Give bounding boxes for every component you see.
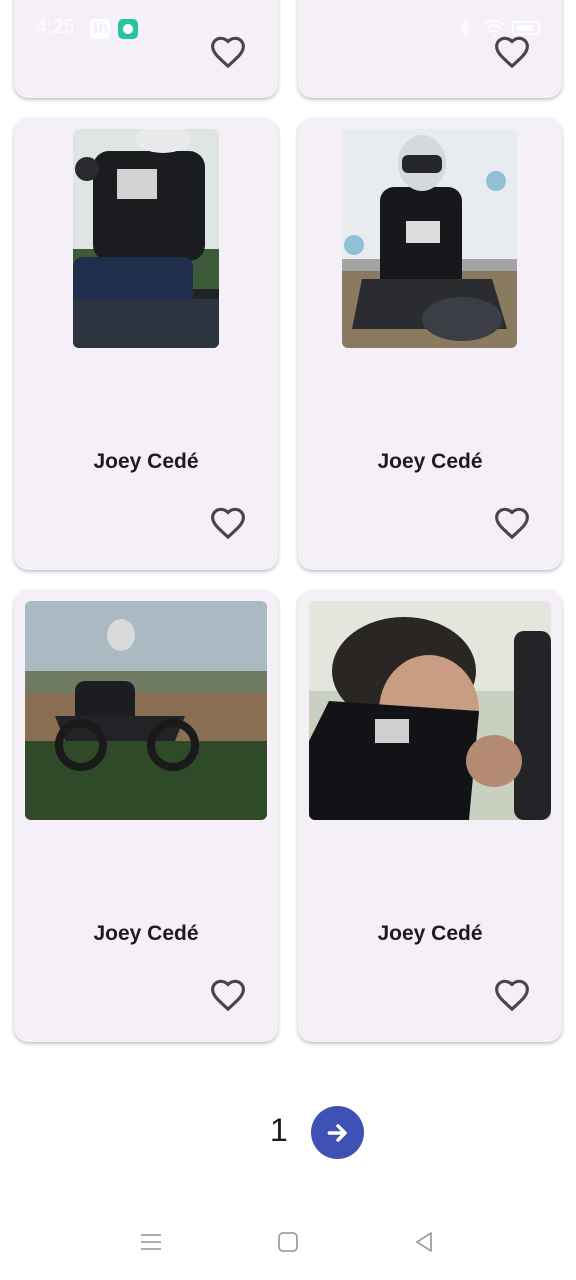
card-title: Joey Cedé bbox=[93, 450, 199, 473]
arrow-right-icon bbox=[327, 1123, 347, 1142]
heart-outline-icon bbox=[211, 507, 245, 540]
product-card[interactable] bbox=[14, 0, 278, 98]
back-button[interactable] bbox=[404, 1222, 444, 1262]
card-title: Joey Cedé bbox=[377, 450, 483, 473]
favorite-button[interactable] bbox=[206, 974, 250, 1018]
heart-outline-icon bbox=[495, 507, 529, 540]
favorite-button[interactable] bbox=[490, 31, 534, 75]
product-card[interactable]: Joey Cedé bbox=[298, 590, 562, 1042]
product-photo[interactable] bbox=[309, 601, 551, 820]
heart-outline-icon bbox=[211, 36, 245, 69]
menu-icon bbox=[141, 1234, 161, 1250]
product-card[interactable] bbox=[298, 0, 562, 98]
favorite-button[interactable] bbox=[490, 502, 534, 546]
product-card[interactable]: Joey Cedé bbox=[14, 590, 278, 1042]
product-card[interactable]: Joey Cedé bbox=[14, 118, 278, 570]
system-nav-bar bbox=[0, 1196, 576, 1280]
heart-outline-icon bbox=[495, 36, 529, 69]
page-number: 1 bbox=[270, 1112, 288, 1148]
favorite-button[interactable] bbox=[206, 502, 250, 546]
product-card[interactable]: Joey Cedé bbox=[298, 118, 562, 570]
product-photo[interactable] bbox=[73, 129, 219, 348]
favorite-button[interactable] bbox=[206, 31, 250, 75]
card-title: Joey Cedé bbox=[93, 922, 199, 945]
home-button[interactable] bbox=[268, 1222, 308, 1262]
home-icon bbox=[278, 1232, 298, 1252]
product-photo[interactable] bbox=[342, 129, 517, 348]
recent-apps-button[interactable] bbox=[131, 1222, 171, 1262]
product-photo[interactable] bbox=[25, 601, 267, 820]
heart-outline-icon bbox=[495, 979, 529, 1012]
next-page-button[interactable] bbox=[311, 1106, 364, 1159]
favorite-button[interactable] bbox=[490, 974, 534, 1018]
back-icon bbox=[416, 1232, 432, 1252]
card-title: Joey Cedé bbox=[377, 922, 483, 945]
heart-outline-icon bbox=[211, 979, 245, 1012]
